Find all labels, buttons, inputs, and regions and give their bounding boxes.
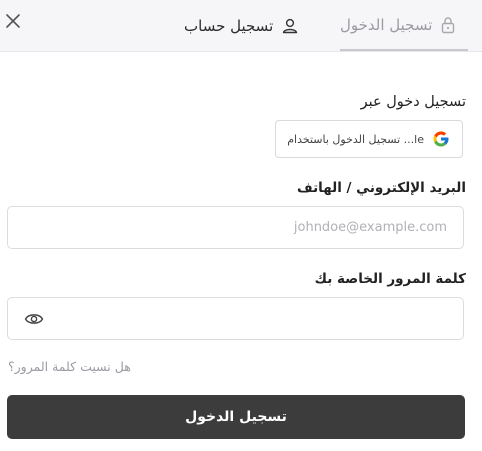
tab-register-label: تسجيل حساب bbox=[184, 16, 274, 35]
close-button[interactable] bbox=[4, 12, 22, 30]
google-login-button[interactable]: تسجيل الدخول باستخدام ...le bbox=[275, 120, 463, 158]
eye-icon[interactable] bbox=[24, 311, 44, 327]
tab-login-label: تسجيل الدخول bbox=[340, 15, 433, 34]
password-input-box bbox=[7, 297, 464, 340]
email-label: البريد الإلكتروني / الهاتف bbox=[297, 180, 466, 196]
email-input[interactable] bbox=[8, 207, 463, 248]
lock-icon bbox=[440, 16, 456, 34]
login-modal: تسجيل حساب تسجيل الدخول تسجيل دخول عبر ت… bbox=[0, 0, 482, 451]
forgot-password-link[interactable]: هل نسيت كلمة المرور؟ bbox=[8, 359, 131, 374]
modal-header: تسجيل حساب تسجيل الدخول bbox=[0, 0, 482, 52]
password-label: كلمة المرور الخاصة بك bbox=[314, 271, 466, 287]
close-icon bbox=[4, 12, 22, 30]
tab-login[interactable]: تسجيل الدخول bbox=[340, 0, 468, 51]
user-icon bbox=[281, 17, 299, 35]
google-icon bbox=[432, 130, 450, 148]
login-via-label: تسجيل دخول عبر bbox=[360, 94, 466, 110]
email-input-box bbox=[7, 206, 464, 249]
password-input[interactable] bbox=[8, 298, 463, 339]
login-submit-button[interactable]: تسجيل الدخول bbox=[7, 395, 465, 439]
google-login-label: تسجيل الدخول باستخدام ...le bbox=[287, 132, 424, 146]
tab-register[interactable]: تسجيل حساب bbox=[184, 0, 306, 51]
